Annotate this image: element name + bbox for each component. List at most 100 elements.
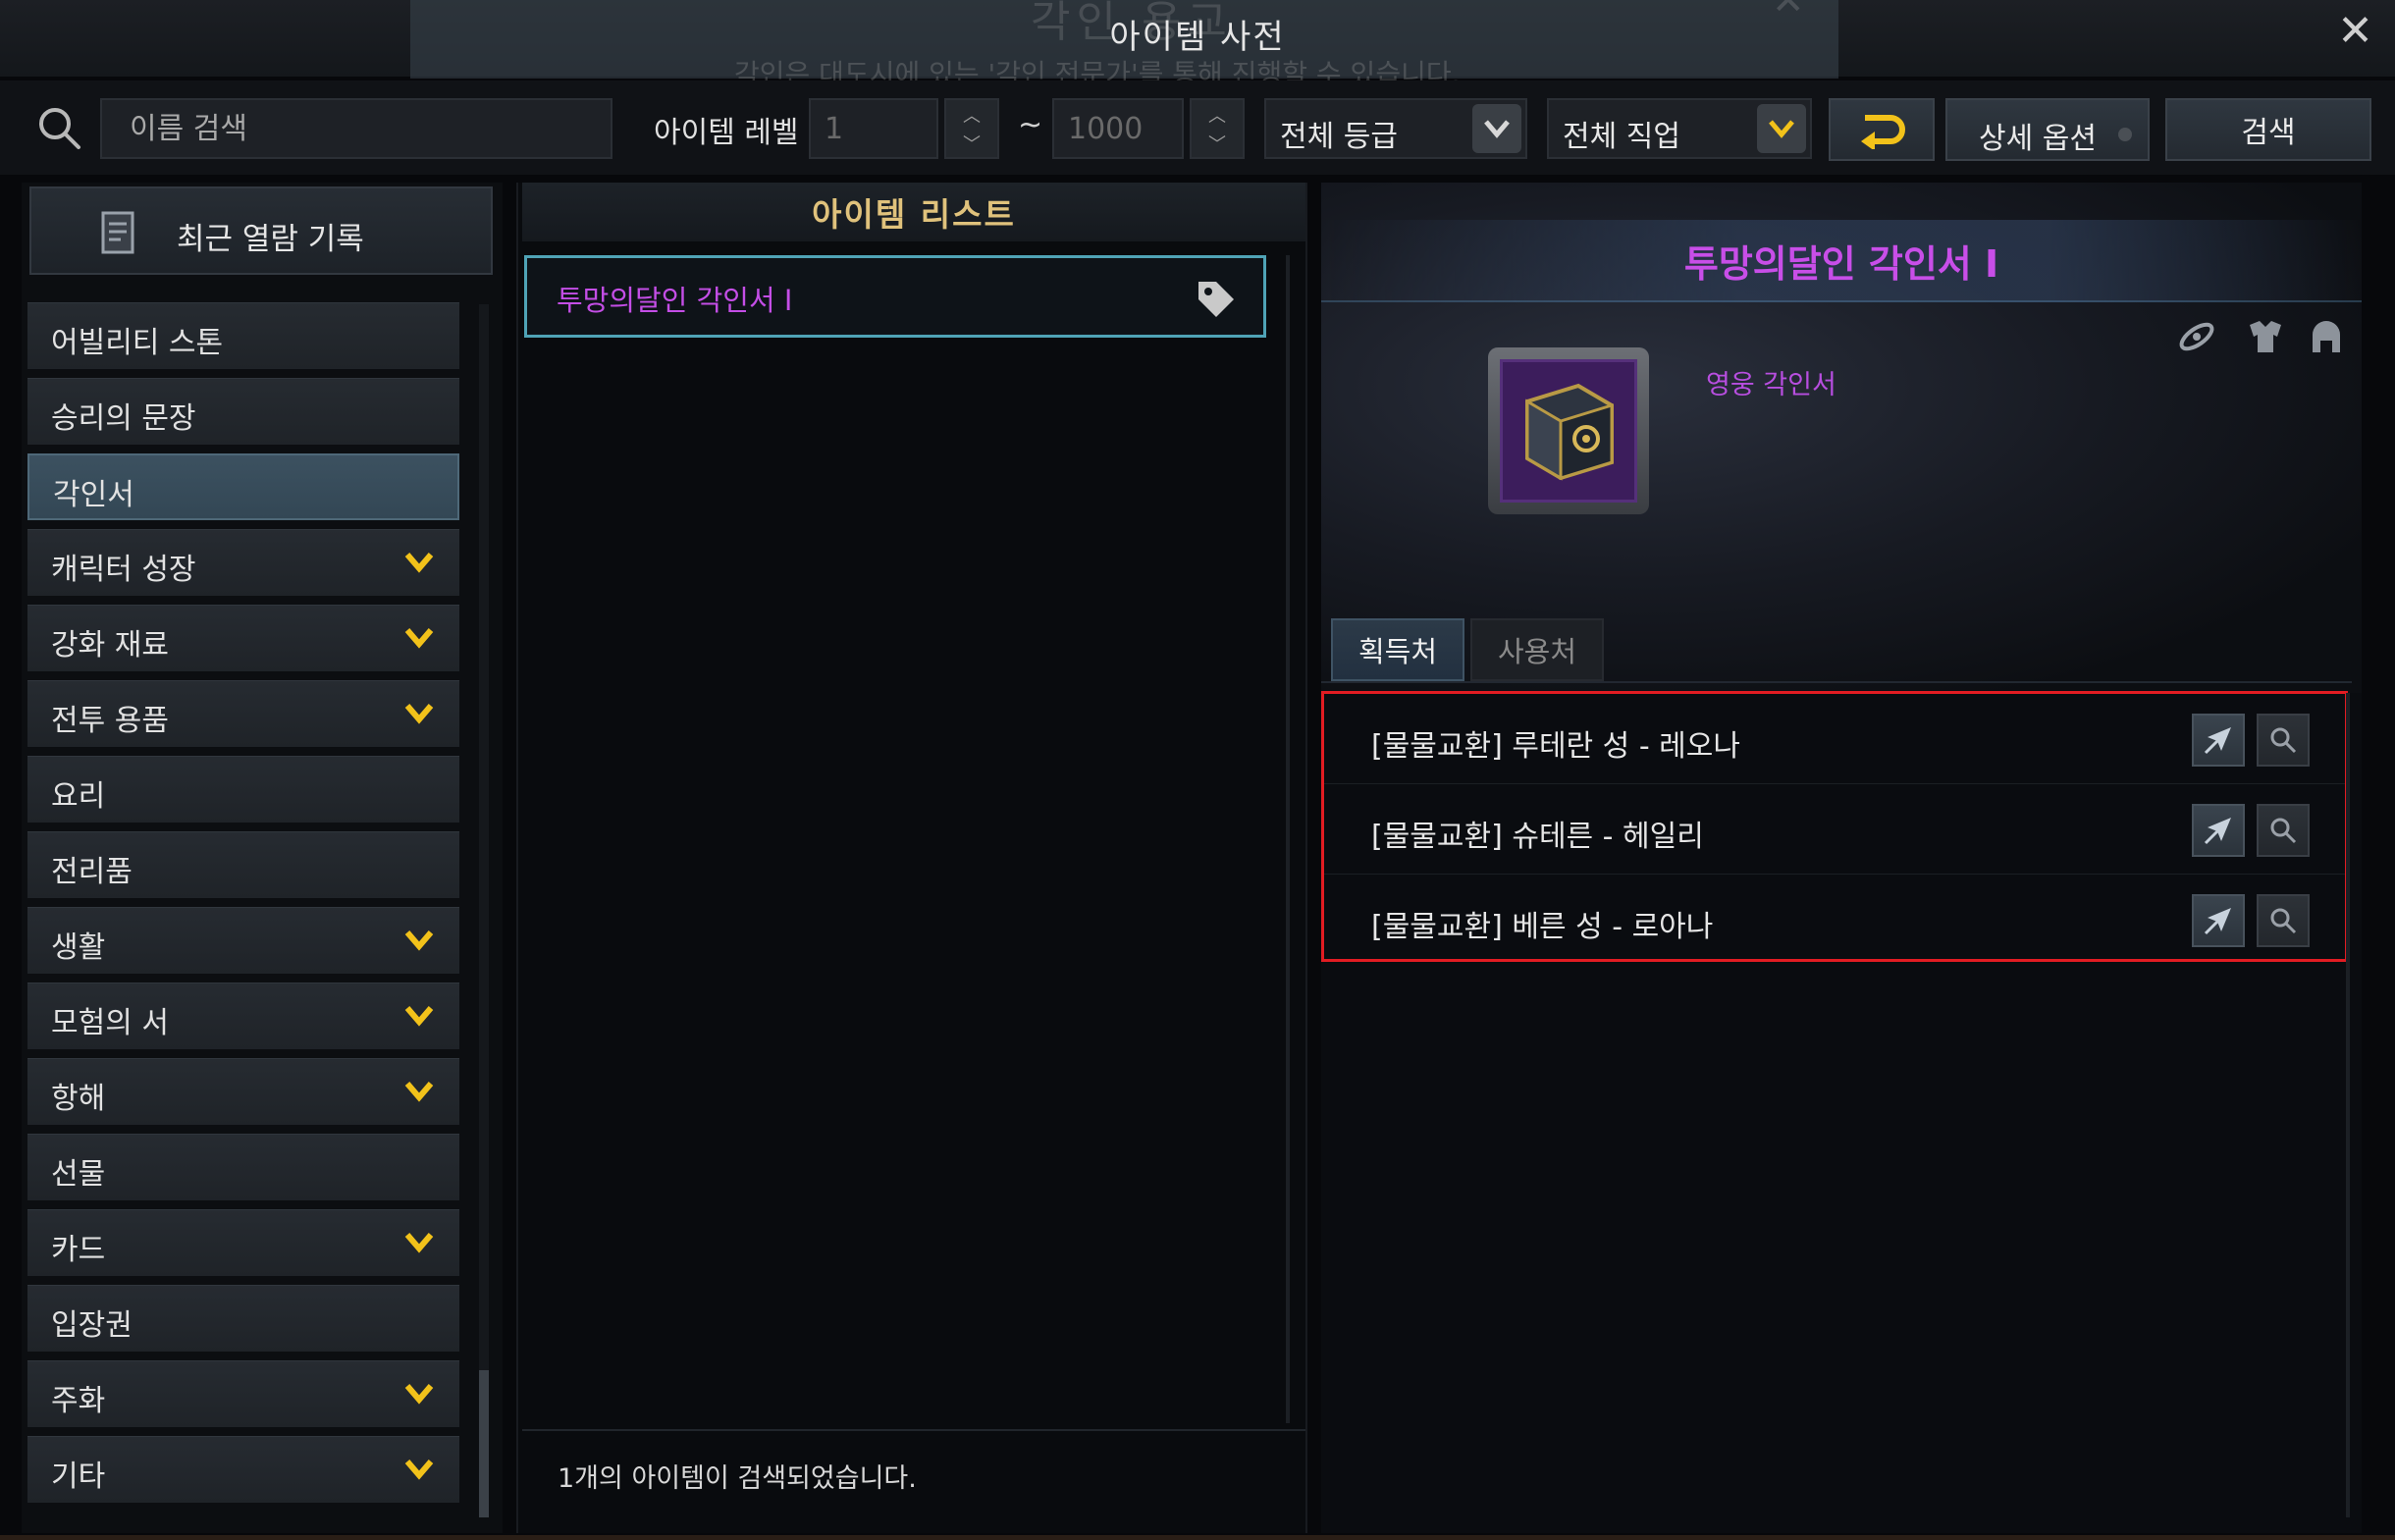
item-icon-frame bbox=[1488, 347, 1649, 514]
category-label: 전리품 bbox=[51, 855, 133, 889]
level-min-input[interactable] bbox=[809, 98, 938, 159]
level-min-stepper[interactable]: ︿ ﹀ bbox=[944, 98, 999, 159]
source-row[interactable]: [물물교환] 루테란 성 - 레오나 bbox=[1324, 694, 2345, 784]
document-icon bbox=[101, 211, 134, 254]
source-row[interactable]: [물물교환] 베른 성 - 로아나 bbox=[1324, 875, 2345, 965]
divider bbox=[522, 1429, 1305, 1431]
category-item[interactable]: 전투 용품 bbox=[27, 680, 459, 747]
chevron-down-icon[interactable] bbox=[404, 1232, 434, 1253]
source-row[interactable]: [물물교환] 슈테른 - 헤일리 bbox=[1324, 784, 2345, 875]
detail-options-button[interactable]: 상세 옵션 bbox=[1945, 98, 2150, 161]
magnifier-icon bbox=[2270, 908, 2297, 934]
search-icon bbox=[39, 108, 80, 149]
category-label: 입장권 bbox=[51, 1308, 133, 1343]
source-label: [물물교환] 루테란 성 - 레오나 bbox=[1371, 729, 1740, 764]
category-label: 항해 bbox=[51, 1082, 106, 1116]
helmet-icon[interactable] bbox=[2303, 310, 2350, 363]
map-pin-button[interactable] bbox=[2192, 894, 2245, 947]
chevron-down-icon[interactable] bbox=[1757, 104, 1806, 153]
map-pin-button[interactable] bbox=[2192, 714, 2245, 767]
search-toolbar: 아이템 레벨 ︿ ﹀ ~ ︿ ﹀ 전체 등급 전체 직업 상세 옵션 검색 bbox=[0, 80, 2395, 175]
category-item[interactable]: 캐릭터 성장 bbox=[27, 529, 459, 596]
category-label: 선물 bbox=[51, 1157, 106, 1192]
category-item[interactable]: 승리의 문장 bbox=[27, 378, 459, 445]
level-range-separator: ~ bbox=[1018, 108, 1043, 142]
locate-button[interactable] bbox=[2257, 804, 2310, 857]
category-item[interactable]: 카드 bbox=[27, 1209, 459, 1276]
category-label: 기타 bbox=[51, 1460, 106, 1494]
category-item[interactable]: 요리 bbox=[27, 756, 459, 823]
grade-select[interactable]: 전체 등급 bbox=[1264, 98, 1527, 159]
divider bbox=[1321, 681, 2352, 683]
level-max-input[interactable] bbox=[1052, 98, 1184, 159]
category-item[interactable]: 입장권 bbox=[27, 1285, 459, 1352]
price-tag-icon[interactable] bbox=[1195, 278, 1238, 321]
class-select[interactable]: 전체 직업 bbox=[1547, 98, 1812, 159]
category-label: 승리의 문장 bbox=[51, 401, 196, 436]
armor-icon[interactable] bbox=[2242, 310, 2289, 363]
category-label: 어빌리티 스톤 bbox=[51, 326, 224, 360]
detail-options-label: 상세 옵션 bbox=[1979, 122, 2097, 156]
chevron-down-icon[interactable] bbox=[404, 1081, 434, 1102]
toggle-dot-icon bbox=[2118, 128, 2132, 141]
chevron-up-icon[interactable]: ︿ bbox=[946, 100, 997, 129]
category-item[interactable]: 항해 bbox=[27, 1058, 459, 1125]
category-item[interactable]: 기타 bbox=[27, 1436, 459, 1503]
list-item-selected[interactable]: 투망의달인 각인서 I bbox=[524, 255, 1266, 338]
map-marker-icon bbox=[2204, 727, 2231, 755]
window-title: 아이템 사전 bbox=[1109, 18, 1286, 57]
acquisition-source-list: [물물교환] 루테란 성 - 레오나 [물물교환] 슈테른 - 헤일리 [물물교… bbox=[1321, 691, 2348, 962]
tab-usage[interactable]: 사용처 bbox=[1470, 618, 1604, 681]
locate-button[interactable] bbox=[2257, 714, 2310, 767]
class-select-value: 전체 직업 bbox=[1563, 120, 1680, 154]
category-item-selected[interactable]: 각인서 bbox=[27, 453, 459, 520]
category-label: 각인서 bbox=[53, 478, 134, 512]
search-button[interactable]: 검색 bbox=[2165, 98, 2371, 161]
chevron-down-icon[interactable]: ﹀ bbox=[1192, 129, 1243, 157]
link-icon[interactable] bbox=[2173, 310, 2220, 363]
detail-scrollbar[interactable] bbox=[2346, 693, 2350, 1517]
chevron-down-icon[interactable] bbox=[404, 627, 434, 649]
chevron-down-icon[interactable]: ﹀ bbox=[946, 129, 997, 157]
item-grade: 영웅 각인서 bbox=[1706, 370, 1836, 400]
level-max-stepper[interactable]: ︿ ﹀ bbox=[1190, 98, 1245, 159]
chevron-down-icon[interactable] bbox=[1472, 104, 1521, 153]
title-bar: 각인 용교 각인은 대도시에 있는 '각인 전문가'를 통해 진행할 수 있습니… bbox=[0, 0, 2395, 90]
source-label: [물물교환] 베른 성 - 로아나 bbox=[1371, 910, 1714, 944]
recent-history-button[interactable]: 최근 열람 기록 bbox=[29, 186, 493, 275]
recent-history-label: 최근 열람 기록 bbox=[177, 222, 364, 257]
source-label: [물물교환] 슈테른 - 헤일리 bbox=[1371, 820, 1704, 854]
category-item[interactable]: 어빌리티 스톤 bbox=[27, 302, 459, 369]
category-item[interactable]: 주화 bbox=[27, 1360, 459, 1427]
chevron-down-icon[interactable] bbox=[404, 1459, 434, 1480]
scrollbar-thumb[interactable] bbox=[479, 1370, 489, 1517]
item-list-scrollbar[interactable] bbox=[1286, 255, 1290, 1423]
category-item[interactable]: 모험의 서 bbox=[27, 982, 459, 1049]
chevron-down-icon[interactable] bbox=[404, 1383, 434, 1405]
chevron-up-icon[interactable]: ︿ bbox=[1192, 100, 1243, 129]
category-label: 요리 bbox=[51, 779, 106, 814]
tab-acquisition[interactable]: 획득처 bbox=[1331, 618, 1464, 681]
name-search-input[interactable] bbox=[100, 98, 612, 159]
category-panel: 최근 열람 기록 어빌리티 스톤 승리의 문장 각인서 캐릭터 성장 강화 재료… bbox=[22, 183, 503, 1533]
chevron-down-icon[interactable] bbox=[404, 1005, 434, 1027]
chevron-down-icon[interactable] bbox=[404, 929, 434, 951]
chevron-down-icon[interactable] bbox=[404, 552, 434, 573]
category-item[interactable]: 선물 bbox=[27, 1134, 459, 1200]
category-item[interactable]: 생활 bbox=[27, 907, 459, 974]
map-marker-icon bbox=[2204, 908, 2231, 935]
magnifier-icon bbox=[2270, 727, 2297, 754]
close-icon[interactable]: ✕ bbox=[2337, 6, 2373, 56]
map-pin-button[interactable] bbox=[2192, 804, 2245, 857]
item-detail-panel: 투망의달인 각인서 I 영웅 각인서 획득처 사용처 [물물교환] 루테란 성 … bbox=[1321, 183, 2362, 1533]
category-scrollbar[interactable] bbox=[479, 304, 489, 1517]
category-label: 생활 bbox=[51, 930, 106, 965]
chevron-down-icon[interactable] bbox=[404, 703, 434, 724]
locate-button[interactable] bbox=[2257, 894, 2310, 947]
reset-button[interactable] bbox=[1829, 98, 1935, 161]
category-label: 주화 bbox=[51, 1384, 106, 1418]
category-item[interactable]: 강화 재료 bbox=[27, 605, 459, 671]
category-item[interactable]: 전리품 bbox=[27, 831, 459, 898]
reset-icon bbox=[1861, 115, 1905, 149]
item-list-header: 아이템 리스트 bbox=[522, 183, 1305, 241]
